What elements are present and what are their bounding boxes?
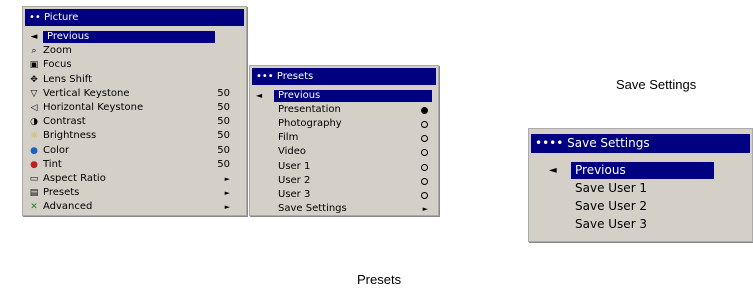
picture-menu-item-value: 50: [217, 158, 230, 170]
picture-menu-item-brightness[interactable]: ☼ Brightness 50: [25, 130, 244, 142]
picture-menu-item-label: Previous: [43, 31, 215, 43]
radio-button-icon[interactable]: [421, 149, 428, 157]
color-icon: ●: [30, 145, 38, 156]
radio-button-icon[interactable]: [421, 177, 428, 185]
picture-menu-item-advanced[interactable]: ✕ Advanced ►: [25, 201, 244, 213]
picture-menu-item-label: Aspect Ratio: [43, 173, 106, 184]
contrast-icon: ◑: [30, 117, 38, 128]
aspect-ratio-icon: ▭: [29, 174, 39, 184]
save-settings-menu: •••• Save Settings ◄ Previous Save User 1 S…: [528, 128, 753, 242]
zoom-icon: ⌕: [31, 46, 37, 57]
picture-menu-item-value: 50: [217, 116, 230, 128]
picture-menu-item-label: Zoom: [43, 45, 72, 57]
presets-menu-item-user-2[interactable]: User 2: [252, 175, 436, 187]
save-settings-item-label: Previous: [571, 162, 714, 179]
picture-menu-item-aspect-ratio[interactable]: ▭ Aspect Ratio ►: [25, 173, 244, 185]
save-settings-item-label: Save User 3: [575, 217, 648, 231]
picture-menu-item-value: 50: [217, 102, 230, 113]
picture-menu-item-value: 50: [217, 144, 230, 156]
left-arrow-icon: ◄: [256, 91, 263, 100]
submenu-arrow-icon: ►: [422, 204, 428, 213]
presets-menu-item-label: User 1: [278, 160, 311, 172]
tint-icon: ●: [30, 159, 38, 170]
presets-menu-item-label: Film: [278, 132, 299, 144]
submenu-arrow-icon: ►: [224, 175, 230, 183]
picture-menu-item-label: Tint: [43, 158, 62, 170]
picture-menu-item-label: Advanced: [43, 201, 93, 213]
picture-menu-item-tint[interactable]: ● Tint 50: [25, 159, 244, 171]
picture-menu-item-color[interactable]: ● Color 50: [25, 145, 244, 157]
picture-menu-item-previous[interactable]: ◄ Previous: [25, 31, 244, 43]
picture-menu-item-label: Focus: [43, 59, 72, 71]
presets-menu-item-label: Video: [278, 146, 307, 158]
presets-menu-item-label: Previous: [274, 90, 432, 102]
advanced-icon: ✕: [30, 202, 38, 213]
picture-menu-item-contrast[interactable]: ◑ Contrast 50: [25, 116, 244, 128]
left-arrow-icon: ◄: [30, 32, 38, 42]
presets-menu-item-previous[interactable]: ◄ Previous: [252, 90, 436, 102]
picture-menu-item-lens-shift[interactable]: ✥ Lens Shift: [25, 74, 244, 86]
picture-menu-item-label: Contrast: [43, 116, 86, 128]
save-settings-item-previous[interactable]: ◄ Previous: [531, 162, 750, 179]
presets-menu: ••• Presets ◄ Previous Presentation Photogr…: [249, 65, 439, 216]
picture-menu-item-focus[interactable]: ▣ Focus: [25, 59, 244, 71]
focus-icon: ▣: [29, 60, 39, 71]
submenu-arrow-icon: ►: [224, 189, 230, 198]
picture-menu-item-label: Lens Shift: [43, 73, 93, 85]
presets-caption: Presets: [357, 272, 402, 287]
presets-menu-item-photography[interactable]: Photography: [252, 118, 436, 130]
radio-button-icon[interactable]: [421, 135, 428, 143]
presets-menu-item-video[interactable]: Video: [252, 146, 436, 158]
presets-menu-item-user-3[interactable]: User 3: [252, 189, 436, 201]
presets-menu-item-film[interactable]: Film: [252, 132, 436, 144]
picture-menu-item-vertical-keystone[interactable]: ▽ Vertical Keystone 50: [25, 88, 244, 100]
picture-menu-item-value: 50: [217, 130, 230, 142]
horizontal-keystone-icon: ◁: [30, 103, 38, 113]
save-settings-caption: Save Settings: [616, 77, 697, 92]
radio-button-icon[interactable]: [421, 107, 428, 115]
picture-menu-item-label: Presets: [43, 187, 80, 199]
picture-menu-item-label: Brightness: [43, 130, 97, 142]
vertical-keystone-icon: ▽: [30, 88, 38, 99]
presets-menu-item-user-1[interactable]: User 1: [252, 161, 436, 173]
presets-menu-item-presentation[interactable]: Presentation: [252, 104, 436, 116]
picture-menu-title: •• Picture: [25, 9, 244, 26]
presets-menu-item-save-settings[interactable]: Save Settings ►: [252, 203, 436, 215]
presets-icon: ▤: [29, 188, 39, 199]
save-settings-item-save-user-2[interactable]: Save User 2: [531, 198, 750, 215]
radio-button-icon[interactable]: [421, 121, 428, 129]
save-settings-item-label: Save User 1: [575, 181, 648, 195]
radio-button-icon[interactable]: [421, 191, 428, 199]
save-settings-item-label: Save User 2: [575, 199, 648, 213]
lens-shift-icon: ✥: [30, 74, 38, 85]
picture-menu-item-presets[interactable]: ▤ Presets ►: [25, 187, 244, 199]
presets-menu-item-label: User 3: [278, 188, 311, 200]
picture-menu-item-label: Horizontal Keystone: [43, 102, 144, 113]
save-settings-item-save-user-1[interactable]: Save User 1: [531, 180, 750, 197]
presets-menu-item-label: Photography: [278, 118, 342, 130]
submenu-arrow-icon: ►: [224, 203, 230, 212]
picture-menu-item-horizontal-keystone[interactable]: ◁ Horizontal Keystone 50: [25, 102, 244, 114]
save-settings-item-save-user-3[interactable]: Save User 3: [531, 216, 750, 233]
presets-menu-item-label: User 2: [278, 174, 311, 186]
presets-menu-item-label: Presentation: [278, 104, 341, 116]
picture-menu-item-label: Vertical Keystone: [43, 87, 130, 99]
picture-menu-item-zoom[interactable]: ⌕ Zoom: [25, 45, 244, 57]
picture-menu-item-value: 50: [217, 87, 230, 99]
picture-menu-item-label: Color: [43, 144, 70, 156]
save-settings-menu-title: •••• Save Settings: [531, 134, 750, 153]
picture-menu: •• Picture ◄ Previous ⌕ Zoom ▣ Focus ✥ Lens Shi…: [22, 6, 247, 216]
radio-button-icon[interactable]: [421, 163, 428, 171]
presets-menu-item-label: Save Settings: [278, 202, 347, 214]
presets-menu-title: ••• Presets: [252, 68, 436, 85]
brightness-icon: ☼: [29, 131, 39, 142]
left-arrow-icon: ◄: [549, 165, 557, 176]
